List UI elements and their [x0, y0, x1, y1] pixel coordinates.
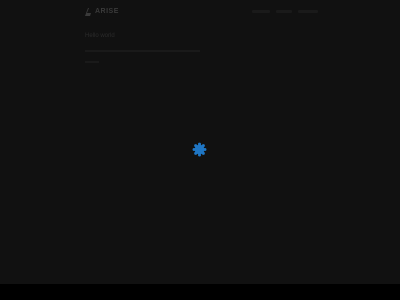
page: ARISE Hello world — [0, 0, 400, 300]
bottom-bar — [0, 284, 400, 300]
loading-spinner-icon — [192, 142, 207, 157]
loading-overlay — [0, 0, 400, 284]
